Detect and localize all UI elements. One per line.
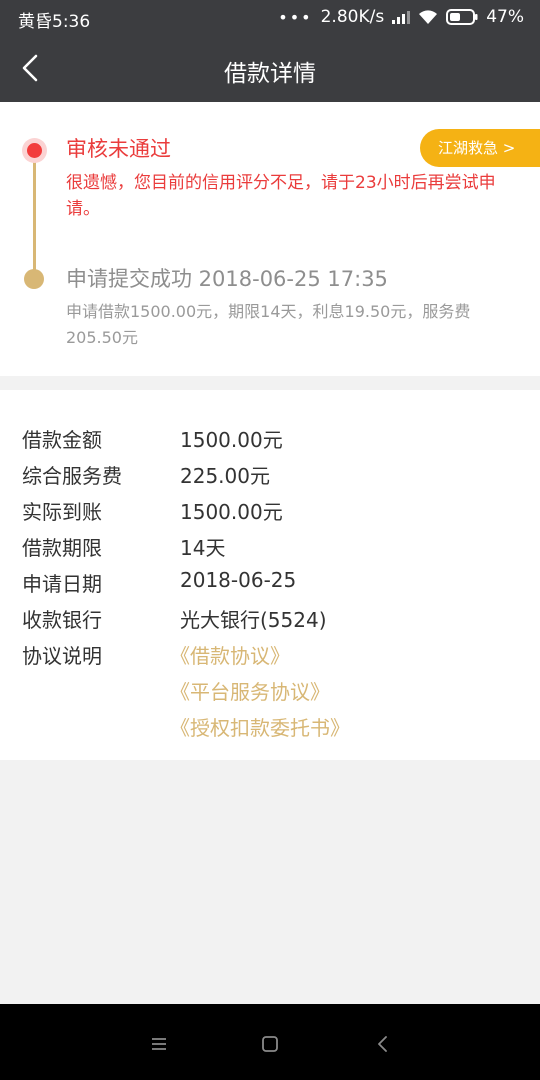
status-indicators: ••• 2.80K/s 47% [278, 7, 524, 27]
detail-value: 14天 [180, 536, 226, 560]
detail-label: 收款银行 [22, 608, 102, 632]
rejected-status-title: 审核未通过 [66, 137, 171, 161]
detail-label: 借款金额 [22, 428, 102, 452]
battery-icon [446, 9, 478, 25]
timeline-line [33, 160, 36, 278]
signal-icon [392, 10, 411, 24]
home-icon[interactable] [258, 1032, 282, 1056]
page-title: 借款详情 [224, 61, 316, 87]
submitted-status-title: 申请提交成功 2018-06-25 17:35 [66, 267, 388, 291]
rejected-status-desc: 很遗憾，您目前的信用评分不足，请于23小时后再尝试申请。 [66, 173, 496, 219]
current-status-dot-core [27, 143, 42, 158]
previous-status-dot [24, 269, 44, 289]
detail-label: 借款期限 [22, 536, 102, 560]
detail-value: 光大银行(5524) [180, 608, 327, 632]
notification-dots: ••• [278, 7, 313, 27]
wifi-icon [418, 9, 438, 25]
detail-value: 2018-06-25 [180, 568, 297, 592]
battery-percent: 47% [486, 7, 524, 27]
menu-icon[interactable] [147, 1032, 171, 1056]
back-icon[interactable] [371, 1032, 395, 1056]
network-speed: 2.80K/s [320, 7, 385, 27]
system-nav-bar [0, 1004, 540, 1080]
status-bar: 黄昏5:36 ••• 2.80K/s 47% [0, 0, 540, 34]
platform-service-agreement-link[interactable]: 《平台服务协议》 [170, 676, 330, 705]
detail-value: 1500.00元 [180, 500, 283, 524]
detail-value: 225.00元 [180, 464, 270, 488]
detail-label: 综合服务费 [22, 464, 122, 488]
detail-label: 实际到账 [22, 500, 102, 524]
emergency-loan-button[interactable]: 江湖救急 > [420, 129, 540, 167]
submitted-status-desc: 申请借款1500.00元，期限14天，利息19.50元，服务费205.50元 [66, 302, 471, 347]
detail-label: 协议说明 [22, 644, 102, 668]
status-time: 黄昏5:36 [18, 12, 91, 32]
detail-value: 1500.00元 [180, 428, 283, 452]
debit-authorization-link[interactable]: 《授权扣款委托书》 [170, 712, 350, 741]
detail-label: 申请日期 [22, 572, 102, 596]
loan-agreement-link[interactable]: 《借款协议》 [170, 640, 290, 669]
nav-bar: 借款详情 [0, 34, 540, 102]
